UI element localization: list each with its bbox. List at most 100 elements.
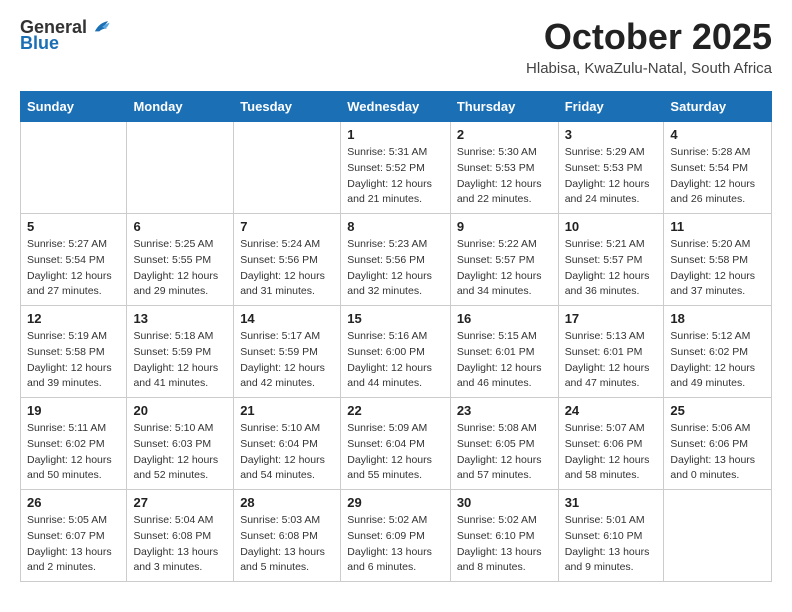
calendar-week-row: 26 Sunrise: 5:05 AM Sunset: 6:07 PM Dayli… bbox=[21, 490, 772, 582]
day-number: 19 bbox=[27, 403, 120, 418]
calendar-cell: 13 Sunrise: 5:18 AM Sunset: 5:59 PM Dayli… bbox=[127, 306, 234, 398]
day-info: Sunrise: 5:11 AM Sunset: 6:02 PM Dayligh… bbox=[27, 421, 120, 484]
calendar-cell: 24 Sunrise: 5:07 AM Sunset: 6:06 PM Dayli… bbox=[558, 398, 664, 490]
day-number: 5 bbox=[27, 219, 120, 234]
calendar-cell: 21Sunrise: 5:10 AM Sunset: 6:04 PM Dayli… bbox=[234, 398, 341, 490]
calendar-cell bbox=[21, 122, 127, 214]
day-number: 14 bbox=[240, 311, 334, 326]
day-header-monday: Monday bbox=[127, 92, 234, 122]
day-number: 26 bbox=[27, 495, 120, 510]
day-info: Sunrise: 5:19 AM Sunset: 5:58 PM Dayligh… bbox=[27, 329, 120, 392]
day-info: Sunrise: 5:04 AM Sunset: 6:08 PM Dayligh… bbox=[133, 513, 227, 576]
day-info: Sunrise: 5:15 AM Sunset: 6:01 PM Dayligh… bbox=[457, 329, 552, 392]
day-number: 7 bbox=[240, 219, 334, 234]
calendar-cell: 16 Sunrise: 5:15 AM Sunset: 6:01 PM Dayli… bbox=[450, 306, 558, 398]
day-info: Sunrise: 5:22 AM Sunset: 5:57 PM Dayligh… bbox=[457, 237, 552, 300]
day-info: Sunrise: 5:17 AM Sunset: 5:59 PM Dayligh… bbox=[240, 329, 334, 392]
calendar-cell: 14 Sunrise: 5:17 AM Sunset: 5:59 PM Dayli… bbox=[234, 306, 341, 398]
calendar-cell: 29 Sunrise: 5:02 AM Sunset: 6:09 PM Dayli… bbox=[341, 490, 451, 582]
calendar-week-row: 5 Sunrise: 5:27 AM Sunset: 5:54 PM Daylig… bbox=[21, 214, 772, 306]
day-number: 2 bbox=[457, 127, 552, 142]
day-header-wednesday: Wednesday bbox=[341, 92, 451, 122]
logo: General Blue bbox=[20, 16, 111, 52]
day-info: Sunrise: 5:05 AM Sunset: 6:07 PM Dayligh… bbox=[27, 513, 120, 576]
day-number: 16 bbox=[457, 311, 552, 326]
calendar-week-row: 1Sunrise: 5:31 AM Sunset: 5:52 PM Daylig… bbox=[21, 122, 772, 214]
title-area: October 2025 Hlabisa, KwaZulu-Natal, Sou… bbox=[526, 16, 772, 77]
calendar-cell: 26 Sunrise: 5:05 AM Sunset: 6:07 PM Dayli… bbox=[21, 490, 127, 582]
calendar-cell: 31Sunrise: 5:01 AM Sunset: 6:10 PM Dayli… bbox=[558, 490, 664, 582]
day-info: Sunrise: 5:18 AM Sunset: 5:59 PM Dayligh… bbox=[133, 329, 227, 392]
day-number: 4 bbox=[670, 127, 765, 142]
day-info: Sunrise: 5:10 AM Sunset: 6:03 PM Dayligh… bbox=[133, 421, 227, 484]
day-info: Sunrise: 5:23 AM Sunset: 5:56 PM Dayligh… bbox=[347, 237, 444, 300]
day-info: Sunrise: 5:12 AM Sunset: 6:02 PM Dayligh… bbox=[670, 329, 765, 392]
day-header-tuesday: Tuesday bbox=[234, 92, 341, 122]
day-number: 12 bbox=[27, 311, 120, 326]
day-info: Sunrise: 5:07 AM Sunset: 6:06 PM Dayligh… bbox=[565, 421, 658, 484]
calendar-cell: 9 Sunrise: 5:22 AM Sunset: 5:57 PM Daylig… bbox=[450, 214, 558, 306]
calendar-cell: 6 Sunrise: 5:25 AM Sunset: 5:55 PM Daylig… bbox=[127, 214, 234, 306]
calendar-cell bbox=[127, 122, 234, 214]
day-info: Sunrise: 5:02 AM Sunset: 6:09 PM Dayligh… bbox=[347, 513, 444, 576]
day-header-thursday: Thursday bbox=[450, 92, 558, 122]
day-number: 8 bbox=[347, 219, 444, 234]
day-number: 29 bbox=[347, 495, 444, 510]
calendar-cell: 23Sunrise: 5:08 AM Sunset: 6:05 PM Dayli… bbox=[450, 398, 558, 490]
header: General Blue October 2025 Hlabisa, KwaZu… bbox=[20, 16, 772, 77]
calendar-cell: 22 Sunrise: 5:09 AM Sunset: 6:04 PM Dayli… bbox=[341, 398, 451, 490]
day-info: Sunrise: 5:21 AM Sunset: 5:57 PM Dayligh… bbox=[565, 237, 658, 300]
day-info: Sunrise: 5:20 AM Sunset: 5:58 PM Dayligh… bbox=[670, 237, 765, 300]
calendar-cell: 3 Sunrise: 5:29 AM Sunset: 5:53 PM Daylig… bbox=[558, 122, 664, 214]
calendar-cell: 20 Sunrise: 5:10 AM Sunset: 6:03 PM Dayli… bbox=[127, 398, 234, 490]
day-number: 31 bbox=[565, 495, 658, 510]
day-number: 1 bbox=[347, 127, 444, 142]
logo-blue: Blue bbox=[20, 34, 111, 52]
day-info: Sunrise: 5:09 AM Sunset: 6:04 PM Dayligh… bbox=[347, 421, 444, 484]
day-info: Sunrise: 5:16 AM Sunset: 6:00 PM Dayligh… bbox=[347, 329, 444, 392]
calendar-cell: 25 Sunrise: 5:06 AM Sunset: 6:06 PM Dayli… bbox=[664, 398, 772, 490]
day-number: 13 bbox=[133, 311, 227, 326]
calendar-cell: 11 Sunrise: 5:20 AM Sunset: 5:58 PM Dayli… bbox=[664, 214, 772, 306]
calendar-cell: 30Sunrise: 5:02 AM Sunset: 6:10 PM Dayli… bbox=[450, 490, 558, 582]
day-number: 24 bbox=[565, 403, 658, 418]
day-info: Sunrise: 5:06 AM Sunset: 6:06 PM Dayligh… bbox=[670, 421, 765, 484]
calendar-cell: 15Sunrise: 5:16 AM Sunset: 6:00 PM Dayli… bbox=[341, 306, 451, 398]
day-info: Sunrise: 5:28 AM Sunset: 5:54 PM Dayligh… bbox=[670, 145, 765, 208]
day-number: 11 bbox=[670, 219, 765, 234]
day-number: 3 bbox=[565, 127, 658, 142]
calendar-cell: 19 Sunrise: 5:11 AM Sunset: 6:02 PM Dayli… bbox=[21, 398, 127, 490]
day-info: Sunrise: 5:02 AM Sunset: 6:10 PM Dayligh… bbox=[457, 513, 552, 576]
calendar-week-row: 19 Sunrise: 5:11 AM Sunset: 6:02 PM Dayli… bbox=[21, 398, 772, 490]
day-info: Sunrise: 5:27 AM Sunset: 5:54 PM Dayligh… bbox=[27, 237, 120, 300]
day-info: Sunrise: 5:10 AM Sunset: 6:04 PM Dayligh… bbox=[240, 421, 334, 484]
day-info: Sunrise: 5:30 AM Sunset: 5:53 PM Dayligh… bbox=[457, 145, 552, 208]
day-number: 9 bbox=[457, 219, 552, 234]
calendar-cell: 10Sunrise: 5:21 AM Sunset: 5:57 PM Dayli… bbox=[558, 214, 664, 306]
calendar-cell: 5 Sunrise: 5:27 AM Sunset: 5:54 PM Daylig… bbox=[21, 214, 127, 306]
calendar-cell: 8 Sunrise: 5:23 AM Sunset: 5:56 PM Daylig… bbox=[341, 214, 451, 306]
calendar-week-row: 12 Sunrise: 5:19 AM Sunset: 5:58 PM Dayli… bbox=[21, 306, 772, 398]
main-title: October 2025 bbox=[526, 16, 772, 58]
day-info: Sunrise: 5:25 AM Sunset: 5:55 PM Dayligh… bbox=[133, 237, 227, 300]
calendar-cell: 17 Sunrise: 5:13 AM Sunset: 6:01 PM Dayli… bbox=[558, 306, 664, 398]
day-number: 6 bbox=[133, 219, 227, 234]
day-number: 25 bbox=[670, 403, 765, 418]
day-info: Sunrise: 5:03 AM Sunset: 6:08 PM Dayligh… bbox=[240, 513, 334, 576]
day-number: 18 bbox=[670, 311, 765, 326]
day-number: 22 bbox=[347, 403, 444, 418]
calendar-table: SundayMondayTuesdayWednesdayThursdayFrid… bbox=[20, 91, 772, 582]
calendar-cell: 28Sunrise: 5:03 AM Sunset: 6:08 PM Dayli… bbox=[234, 490, 341, 582]
day-number: 20 bbox=[133, 403, 227, 418]
day-number: 17 bbox=[565, 311, 658, 326]
day-info: Sunrise: 5:24 AM Sunset: 5:56 PM Dayligh… bbox=[240, 237, 334, 300]
calendar-cell: 12 Sunrise: 5:19 AM Sunset: 5:58 PM Dayli… bbox=[21, 306, 127, 398]
calendar-cell: 7 Sunrise: 5:24 AM Sunset: 5:56 PM Daylig… bbox=[234, 214, 341, 306]
day-number: 27 bbox=[133, 495, 227, 510]
calendar-cell: 27 Sunrise: 5:04 AM Sunset: 6:08 PM Dayli… bbox=[127, 490, 234, 582]
day-info: Sunrise: 5:13 AM Sunset: 6:01 PM Dayligh… bbox=[565, 329, 658, 392]
day-header-friday: Friday bbox=[558, 92, 664, 122]
day-info: Sunrise: 5:29 AM Sunset: 5:53 PM Dayligh… bbox=[565, 145, 658, 208]
day-number: 23 bbox=[457, 403, 552, 418]
calendar-cell: 2 Sunrise: 5:30 AM Sunset: 5:53 PM Daylig… bbox=[450, 122, 558, 214]
